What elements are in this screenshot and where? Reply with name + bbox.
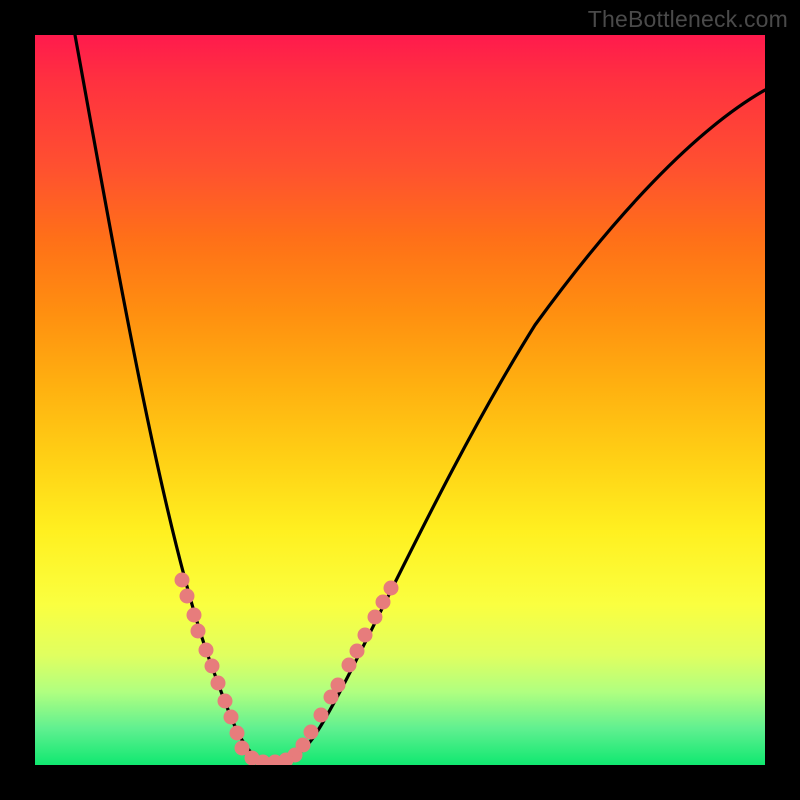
chart-svg [35,35,765,765]
data-point [180,589,195,604]
data-point [314,708,329,723]
data-point [358,628,373,643]
data-point [304,725,319,740]
bottleneck-curve [75,35,765,763]
data-point [350,644,365,659]
data-point [218,694,233,709]
data-point [376,595,391,610]
data-point [175,573,190,588]
data-point [384,581,399,596]
outer-frame: TheBottleneck.com [0,0,800,800]
data-point [368,610,383,625]
data-point [296,738,311,753]
data-point [199,643,214,658]
data-point [331,678,346,693]
watermark-text: TheBottleneck.com [588,6,788,33]
dots-group [175,573,399,766]
data-point [224,710,239,725]
plot-area [35,35,765,765]
data-point [191,624,206,639]
data-point [187,608,202,623]
data-point [211,676,226,691]
data-point [342,658,357,673]
data-point [205,659,220,674]
data-point [230,726,245,741]
